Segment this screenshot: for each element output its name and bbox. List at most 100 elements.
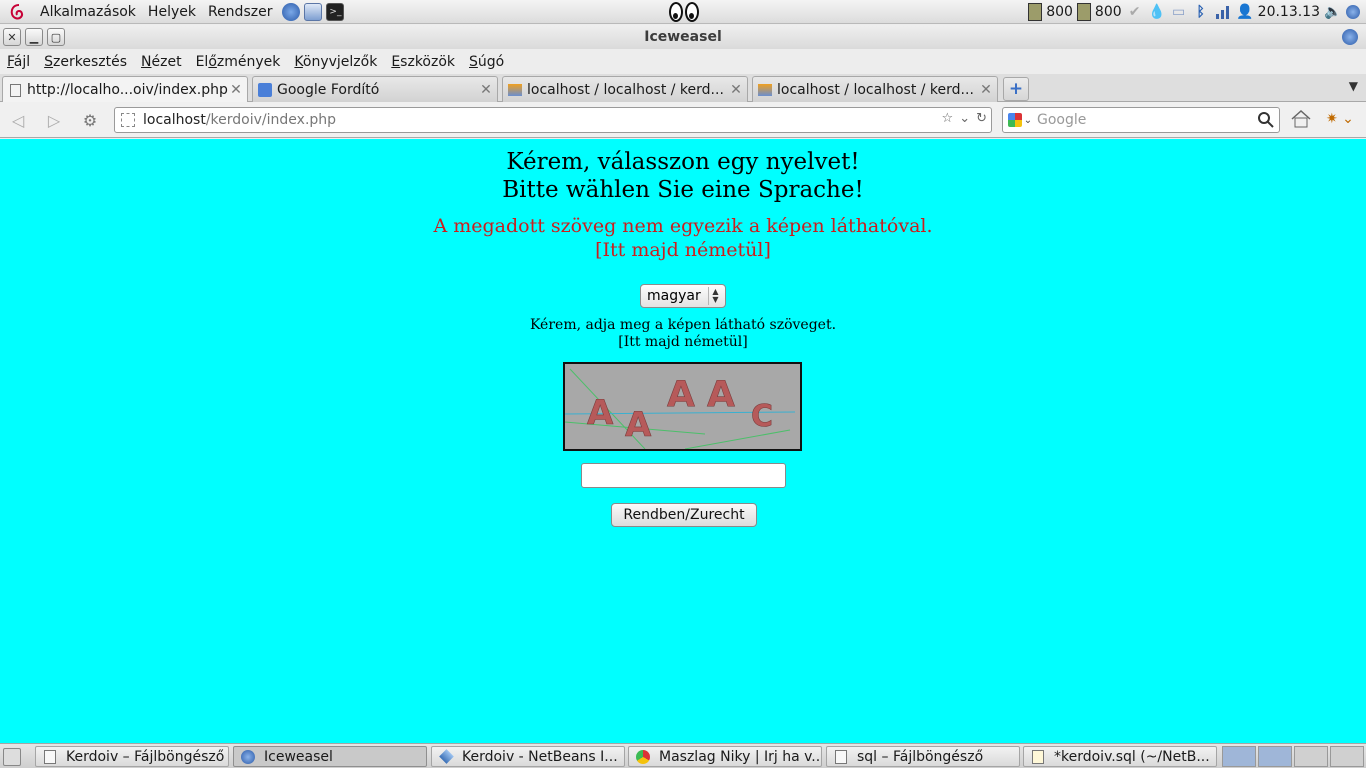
taskbar-item-netbeans[interactable]: Kerdoiv - NetBeans I... (431, 746, 625, 767)
cpu-frequency-1: 800 (1046, 4, 1073, 20)
menu-label-part: úgó (477, 53, 505, 70)
menu-view[interactable]: Nézet (141, 54, 182, 70)
show-desktop-button[interactable] (3, 748, 21, 766)
menu-label-part: szközök (400, 53, 456, 70)
workspace-1[interactable] (1222, 746, 1256, 767)
menu-bookmarks[interactable]: Könyvjelzők (294, 54, 377, 70)
captcha-answer-input[interactable] (581, 463, 786, 488)
captcha-char: A (667, 374, 695, 415)
page-info-icon[interactable]: ⚙ (78, 109, 102, 131)
google-icon (1007, 113, 1022, 127)
tab-phpmyadmin-1[interactable]: localhost / localhost / kerd... ✕ (502, 76, 748, 102)
system-menu[interactable]: Rendszer (202, 0, 278, 24)
taskbar-item-sql-files[interactable]: sql – Fájlböngésző (826, 746, 1020, 767)
new-tab-button[interactable]: + (1003, 77, 1029, 101)
workspace-3[interactable] (1294, 746, 1328, 767)
home-icon[interactable] (1290, 109, 1314, 131)
menubar: Fájl Szerkesztés Nézet Előzmények Könyvjelző… (0, 49, 1366, 74)
tab-label: http://localho...oiv/index.php (27, 82, 228, 98)
clock[interactable]: 20.13.13 (1258, 4, 1320, 20)
mail-launcher-icon[interactable] (304, 2, 323, 21)
url-host: localhost (143, 112, 206, 128)
taskbar-item-label: Kerdoiv – Fájlböngésző (66, 748, 225, 765)
tab-phpmyadmin-2[interactable]: localhost / localhost / kerd... ✕ (752, 76, 998, 102)
workspace-2[interactable] (1258, 746, 1292, 767)
menu-access-key: N (141, 53, 152, 70)
taskbar-item-text-editor[interactable]: *kerdoiv.sql (~/NetB... (1023, 746, 1217, 767)
tab-list-chevron-icon[interactable]: ▼ (1349, 79, 1358, 93)
submit-button[interactable]: Rendben/Zurecht (611, 503, 757, 527)
workspace-4[interactable] (1330, 746, 1364, 767)
search-icon[interactable] (1257, 111, 1275, 129)
search-engine-selector[interactable]: ⌄ (1003, 113, 1037, 127)
bookmark-star-icon[interactable]: ☆ (942, 111, 954, 126)
drop-icon[interactable]: 💧 (1148, 3, 1166, 21)
tab-label: localhost / localhost / kerd... (527, 81, 724, 98)
volume-icon[interactable]: 🔈 (1324, 3, 1342, 21)
menu-edit[interactable]: Szerkesztés (44, 54, 127, 70)
captcha-image: A A A A C (563, 362, 802, 451)
taskbar-item-label: Iceweasel (264, 748, 333, 765)
tab-index-php[interactable]: http://localho...oiv/index.php ✕ (2, 76, 248, 103)
debian-swirl-icon[interactable] (8, 2, 28, 22)
network-signal-icon[interactable] (1214, 3, 1232, 21)
captcha-char: A (707, 374, 735, 415)
bluetooth-icon[interactable]: ᛒ (1192, 3, 1210, 21)
phpmyadmin-icon (507, 82, 523, 98)
window-titlebar[interactable]: ✕ ▁ ▢ Iceweasel (0, 25, 1366, 49)
addon-icon[interactable]: ✷ ⌄ (1326, 111, 1354, 127)
captcha-hint-hu: Kérem, adja meg a képen látható szöveget… (529, 317, 837, 333)
cpu-frequency-icon[interactable] (1028, 3, 1043, 21)
iceweasel-tray-icon[interactable] (1346, 5, 1360, 19)
taskbar-item-label: Maszlag Niky | Irj ha v... (659, 748, 822, 765)
taskbar-item-label: *kerdoiv.sql (~/NetB... (1054, 748, 1210, 765)
close-window-button[interactable]: ✕ (3, 28, 21, 46)
forward-button[interactable]: ▷ (42, 109, 66, 131)
tab-label: localhost / localhost / kerd... (777, 81, 974, 98)
google-translate-icon (257, 82, 273, 98)
tab-bar: http://localho...oiv/index.php ✕ Google … (0, 74, 1366, 103)
menu-history[interactable]: Előzmények (196, 54, 281, 70)
close-tab-icon[interactable]: ✕ (229, 82, 243, 98)
tab-label: Google Fordító (277, 81, 380, 98)
cpu-frequency-icon[interactable] (1076, 3, 1091, 21)
tab-google-translate[interactable]: Google Fordító ✕ (252, 76, 498, 102)
chat-icon[interactable]: ▭ (1170, 3, 1188, 21)
menu-label-part: ézet (151, 53, 182, 70)
page-content: Kérem, válasszon egy nyelvet! Bitte wähl… (0, 139, 1366, 743)
site-identity-icon[interactable] (121, 113, 135, 127)
url-history-chevron-icon[interactable]: ⌄ (959, 111, 970, 126)
reload-icon[interactable]: ↻ (976, 111, 987, 126)
language-select[interactable]: magyar ▲ ▼ (640, 284, 726, 308)
url-bar[interactable]: localhost/kerdoiv/index.php ☆ ⌄ ↻ (114, 107, 992, 133)
menu-access-key: K (294, 53, 303, 70)
bottom-panel: Kerdoiv – Fájlböngésző Iceweasel Kerdoiv… (0, 743, 1366, 768)
taskbar-item-label: Kerdoiv - NetBeans I... (462, 748, 618, 765)
menu-help[interactable]: Súgó (469, 54, 504, 70)
places-menu[interactable]: Helyek (142, 0, 202, 24)
search-input[interactable]: Google (1037, 112, 1086, 128)
menu-tools[interactable]: Eszközök (391, 54, 455, 70)
taskbar-item-iceweasel[interactable]: Iceweasel (233, 746, 427, 767)
maximize-window-button[interactable]: ▢ (47, 28, 65, 46)
close-tab-icon[interactable]: ✕ (979, 82, 993, 98)
taskbar-item-browser-chat[interactable]: Maszlag Niky | Irj ha v... (628, 746, 822, 767)
minimize-window-button[interactable]: ▁ (25, 28, 43, 46)
back-button[interactable]: ◁ (6, 109, 30, 131)
search-bar[interactable]: ⌄ Google (1002, 107, 1280, 133)
terminal-launcher-icon[interactable]: >_ (326, 2, 345, 21)
menu-file[interactable]: Fájl (7, 54, 30, 70)
xeyes-applet (669, 2, 701, 22)
close-tab-icon[interactable]: ✕ (729, 82, 743, 98)
file-manager-icon (42, 749, 58, 765)
applications-menu[interactable]: Alkalmazások (34, 0, 142, 24)
chrome-icon (635, 749, 651, 765)
iceweasel-icon (1342, 29, 1358, 45)
menu-access-key: S (44, 53, 54, 70)
taskbar-item-kerdoiv-files[interactable]: Kerdoiv – Fájlböngésző (35, 746, 229, 767)
update-check-icon[interactable]: ✔ (1126, 3, 1144, 21)
user-switch-icon[interactable]: 👤 (1236, 3, 1254, 21)
iceweasel-launcher-icon[interactable] (282, 2, 301, 21)
close-tab-icon[interactable]: ✕ (479, 82, 493, 98)
eye-left-icon (669, 2, 683, 22)
